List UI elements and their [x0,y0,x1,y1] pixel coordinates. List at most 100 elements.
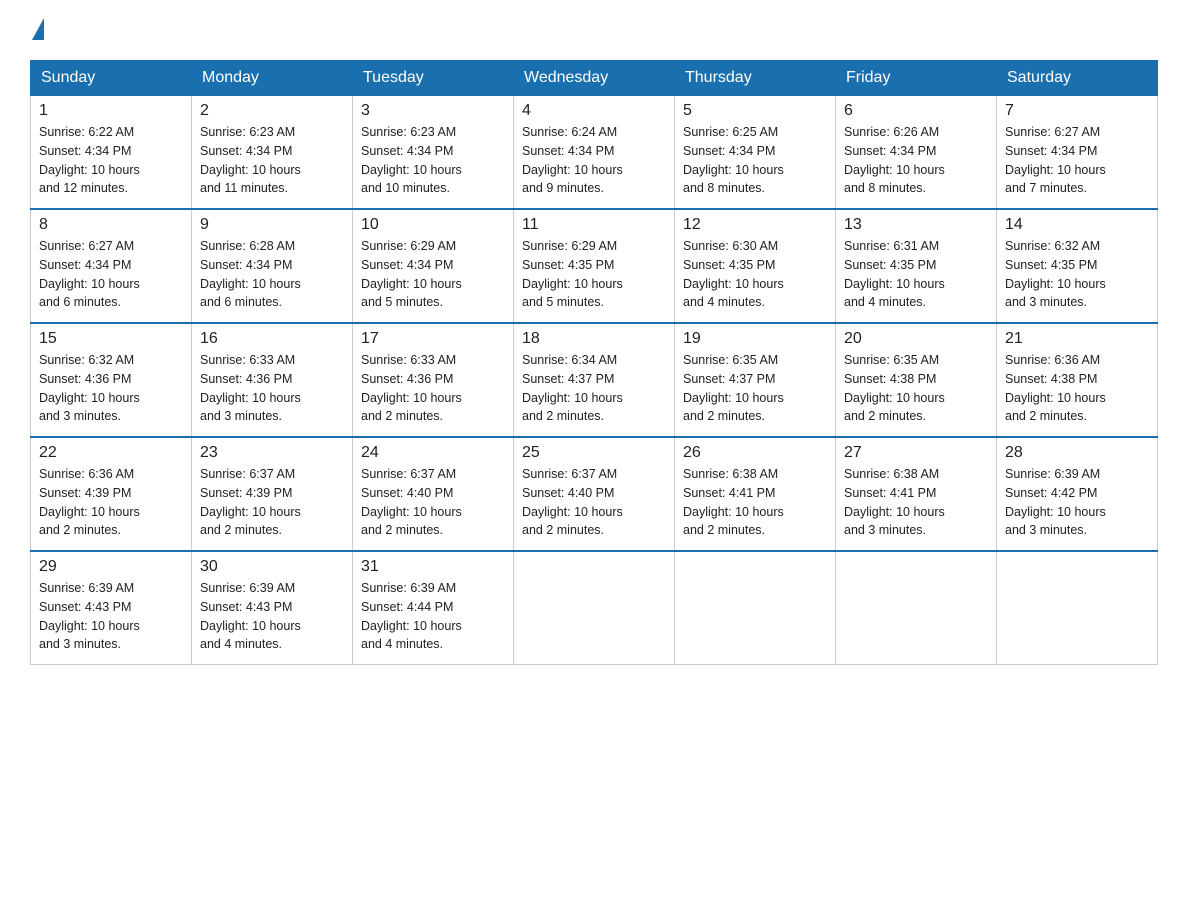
day-number: 30 [200,558,344,576]
calendar-cell [514,551,675,665]
day-info: Sunrise: 6:31 AMSunset: 4:35 PMDaylight:… [844,237,988,312]
calendar-cell: 12 Sunrise: 6:30 AMSunset: 4:35 PMDaylig… [675,209,836,323]
day-number: 17 [361,330,505,348]
day-info: Sunrise: 6:39 AMSunset: 4:43 PMDaylight:… [200,579,344,654]
calendar-cell [836,551,997,665]
weekday-header-friday: Friday [836,61,997,96]
day-info: Sunrise: 6:36 AMSunset: 4:38 PMDaylight:… [1005,351,1149,426]
logo-triangle-icon [32,18,44,40]
calendar-cell: 23 Sunrise: 6:37 AMSunset: 4:39 PMDaylig… [192,437,353,551]
calendar-cell [675,551,836,665]
day-number: 5 [683,102,827,120]
day-info: Sunrise: 6:23 AMSunset: 4:34 PMDaylight:… [361,123,505,198]
day-info: Sunrise: 6:34 AMSunset: 4:37 PMDaylight:… [522,351,666,426]
calendar-cell: 11 Sunrise: 6:29 AMSunset: 4:35 PMDaylig… [514,209,675,323]
day-info: Sunrise: 6:22 AMSunset: 4:34 PMDaylight:… [39,123,183,198]
day-number: 1 [39,102,183,120]
calendar-cell: 5 Sunrise: 6:25 AMSunset: 4:34 PMDayligh… [675,96,836,210]
calendar-cell: 18 Sunrise: 6:34 AMSunset: 4:37 PMDaylig… [514,323,675,437]
calendar-cell: 28 Sunrise: 6:39 AMSunset: 4:42 PMDaylig… [997,437,1158,551]
calendar-cell: 13 Sunrise: 6:31 AMSunset: 4:35 PMDaylig… [836,209,997,323]
day-info: Sunrise: 6:29 AMSunset: 4:34 PMDaylight:… [361,237,505,312]
day-info: Sunrise: 6:24 AMSunset: 4:34 PMDaylight:… [522,123,666,198]
calendar-cell: 3 Sunrise: 6:23 AMSunset: 4:34 PMDayligh… [353,96,514,210]
page-header [30,20,1158,42]
day-info: Sunrise: 6:32 AMSunset: 4:35 PMDaylight:… [1005,237,1149,312]
calendar-cell: 7 Sunrise: 6:27 AMSunset: 4:34 PMDayligh… [997,96,1158,210]
day-number: 3 [361,102,505,120]
day-number: 27 [844,444,988,462]
day-number: 20 [844,330,988,348]
day-number: 14 [1005,216,1149,234]
calendar-cell: 4 Sunrise: 6:24 AMSunset: 4:34 PMDayligh… [514,96,675,210]
calendar-cell: 27 Sunrise: 6:38 AMSunset: 4:41 PMDaylig… [836,437,997,551]
weekday-header-monday: Monday [192,61,353,96]
day-info: Sunrise: 6:26 AMSunset: 4:34 PMDaylight:… [844,123,988,198]
day-info: Sunrise: 6:37 AMSunset: 4:39 PMDaylight:… [200,465,344,540]
calendar-cell: 15 Sunrise: 6:32 AMSunset: 4:36 PMDaylig… [31,323,192,437]
day-info: Sunrise: 6:28 AMSunset: 4:34 PMDaylight:… [200,237,344,312]
day-info: Sunrise: 6:35 AMSunset: 4:37 PMDaylight:… [683,351,827,426]
day-info: Sunrise: 6:39 AMSunset: 4:42 PMDaylight:… [1005,465,1149,540]
calendar-week-row: 15 Sunrise: 6:32 AMSunset: 4:36 PMDaylig… [31,323,1158,437]
day-info: Sunrise: 6:38 AMSunset: 4:41 PMDaylight:… [683,465,827,540]
calendar-cell: 20 Sunrise: 6:35 AMSunset: 4:38 PMDaylig… [836,323,997,437]
day-number: 23 [200,444,344,462]
calendar-cell: 1 Sunrise: 6:22 AMSunset: 4:34 PMDayligh… [31,96,192,210]
day-info: Sunrise: 6:30 AMSunset: 4:35 PMDaylight:… [683,237,827,312]
calendar-cell: 31 Sunrise: 6:39 AMSunset: 4:44 PMDaylig… [353,551,514,665]
calendar-cell: 17 Sunrise: 6:33 AMSunset: 4:36 PMDaylig… [353,323,514,437]
calendar-week-row: 22 Sunrise: 6:36 AMSunset: 4:39 PMDaylig… [31,437,1158,551]
calendar-week-row: 8 Sunrise: 6:27 AMSunset: 4:34 PMDayligh… [31,209,1158,323]
day-info: Sunrise: 6:33 AMSunset: 4:36 PMDaylight:… [361,351,505,426]
day-number: 4 [522,102,666,120]
weekday-header-thursday: Thursday [675,61,836,96]
day-info: Sunrise: 6:36 AMSunset: 4:39 PMDaylight:… [39,465,183,540]
calendar-cell: 26 Sunrise: 6:38 AMSunset: 4:41 PMDaylig… [675,437,836,551]
calendar-cell: 8 Sunrise: 6:27 AMSunset: 4:34 PMDayligh… [31,209,192,323]
day-number: 28 [1005,444,1149,462]
day-number: 6 [844,102,988,120]
day-number: 31 [361,558,505,576]
day-info: Sunrise: 6:27 AMSunset: 4:34 PMDaylight:… [39,237,183,312]
weekday-header-tuesday: Tuesday [353,61,514,96]
day-number: 19 [683,330,827,348]
calendar-cell: 22 Sunrise: 6:36 AMSunset: 4:39 PMDaylig… [31,437,192,551]
weekday-header-wednesday: Wednesday [514,61,675,96]
day-number: 12 [683,216,827,234]
calendar-header-row: SundayMondayTuesdayWednesdayThursdayFrid… [31,61,1158,96]
day-number: 7 [1005,102,1149,120]
calendar-cell: 10 Sunrise: 6:29 AMSunset: 4:34 PMDaylig… [353,209,514,323]
day-info: Sunrise: 6:32 AMSunset: 4:36 PMDaylight:… [39,351,183,426]
calendar-cell: 21 Sunrise: 6:36 AMSunset: 4:38 PMDaylig… [997,323,1158,437]
day-info: Sunrise: 6:38 AMSunset: 4:41 PMDaylight:… [844,465,988,540]
day-info: Sunrise: 6:29 AMSunset: 4:35 PMDaylight:… [522,237,666,312]
calendar-cell: 14 Sunrise: 6:32 AMSunset: 4:35 PMDaylig… [997,209,1158,323]
day-info: Sunrise: 6:25 AMSunset: 4:34 PMDaylight:… [683,123,827,198]
day-number: 24 [361,444,505,462]
logo [30,20,46,42]
calendar-cell: 6 Sunrise: 6:26 AMSunset: 4:34 PMDayligh… [836,96,997,210]
day-info: Sunrise: 6:37 AMSunset: 4:40 PMDaylight:… [361,465,505,540]
weekday-header-sunday: Sunday [31,61,192,96]
day-number: 15 [39,330,183,348]
day-info: Sunrise: 6:27 AMSunset: 4:34 PMDaylight:… [1005,123,1149,198]
day-number: 11 [522,216,666,234]
calendar-cell: 9 Sunrise: 6:28 AMSunset: 4:34 PMDayligh… [192,209,353,323]
day-number: 16 [200,330,344,348]
calendar-cell: 30 Sunrise: 6:39 AMSunset: 4:43 PMDaylig… [192,551,353,665]
day-number: 29 [39,558,183,576]
day-number: 2 [200,102,344,120]
calendar-cell: 25 Sunrise: 6:37 AMSunset: 4:40 PMDaylig… [514,437,675,551]
calendar-week-row: 1 Sunrise: 6:22 AMSunset: 4:34 PMDayligh… [31,96,1158,210]
day-info: Sunrise: 6:35 AMSunset: 4:38 PMDaylight:… [844,351,988,426]
calendar-week-row: 29 Sunrise: 6:39 AMSunset: 4:43 PMDaylig… [31,551,1158,665]
day-number: 9 [200,216,344,234]
day-info: Sunrise: 6:23 AMSunset: 4:34 PMDaylight:… [200,123,344,198]
day-number: 10 [361,216,505,234]
calendar-cell: 16 Sunrise: 6:33 AMSunset: 4:36 PMDaylig… [192,323,353,437]
day-number: 21 [1005,330,1149,348]
calendar-cell: 29 Sunrise: 6:39 AMSunset: 4:43 PMDaylig… [31,551,192,665]
calendar-cell [997,551,1158,665]
calendar-cell: 24 Sunrise: 6:37 AMSunset: 4:40 PMDaylig… [353,437,514,551]
